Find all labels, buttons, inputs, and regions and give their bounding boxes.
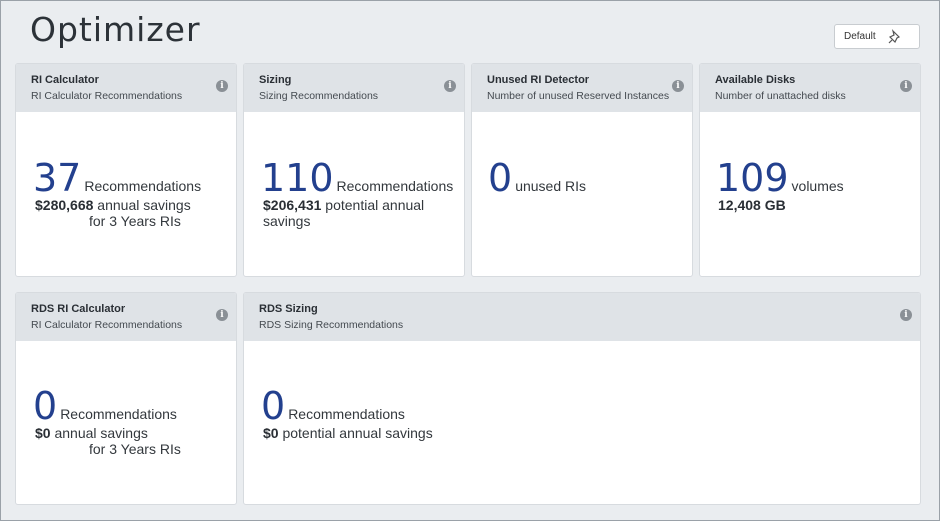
savings-term: for 3 Years RIs — [89, 441, 181, 457]
metric-unit: volumes — [791, 178, 844, 194]
optimizer-page: Optimizer Default RI Calculator RI Calcu… — [0, 0, 940, 521]
card-sizing[interactable]: Sizing Sizing Recommendations i 110 Reco… — [243, 63, 465, 277]
card-title: Sizing — [259, 74, 292, 86]
card-body: 0 Recommendations $0 annual savings for … — [16, 341, 236, 457]
metric-row: 37 Recommendations — [33, 159, 236, 197]
default-button-label: Default — [844, 31, 876, 42]
metric-value[interactable]: 0 — [33, 387, 57, 425]
card-subtitle: Number of unused Reserved Instances — [487, 90, 670, 102]
info-icon[interactable]: i — [900, 309, 912, 321]
metric-row: 109 volumes — [716, 159, 920, 197]
card-title: RI Calculator — [31, 74, 99, 86]
savings-amount: $0 — [35, 425, 51, 441]
card-header: Available Disks Number of unattached dis… — [700, 64, 920, 112]
card-body: 37 Recommendations $280,668 annual savin… — [16, 112, 236, 229]
metric-row: 0 Recommendations — [33, 387, 236, 425]
card-title: RDS Sizing — [259, 303, 318, 315]
card-rds-ri-calculator[interactable]: RDS RI Calculator RI Calculator Recommen… — [15, 292, 237, 505]
info-icon[interactable]: i — [216, 309, 228, 321]
card-title: RDS RI Calculator — [31, 303, 126, 315]
card-available-disks[interactable]: Available Disks Number of unattached dis… — [699, 63, 921, 277]
savings-term: for 3 Years RIs — [89, 213, 181, 229]
savings-text: potential annual savings — [278, 425, 433, 441]
card-subtitle: RI Calculator Recommendations — [31, 319, 183, 331]
savings-term: savings — [263, 213, 311, 229]
card-ri-calculator[interactable]: RI Calculator RI Calculator Recommendati… — [15, 63, 237, 277]
savings-line: $0 annual savings — [35, 425, 236, 441]
savings-text: annual savings — [50, 425, 148, 441]
card-subtitle: Sizing Recommendations — [259, 90, 379, 102]
metric-value[interactable]: 0 — [261, 387, 285, 425]
info-icon[interactable]: i — [900, 80, 912, 92]
savings-line: $206,431 potential annual — [263, 197, 464, 213]
card-subtitle: RI Calculator Recommendations — [31, 90, 183, 102]
metric-unit: Recommendations — [288, 406, 405, 422]
metric-value[interactable]: 37 — [33, 159, 81, 197]
card-body: 0 unused RIs — [472, 112, 692, 197]
card-header: RDS Sizing RDS Sizing Recommendations i — [244, 293, 920, 341]
savings-text: annual savings — [93, 197, 191, 213]
card-header: Sizing Sizing Recommendations i — [244, 64, 464, 112]
info-icon[interactable]: i — [444, 80, 456, 92]
card-rds-sizing[interactable]: RDS Sizing RDS Sizing Recommendations i … — [243, 292, 921, 505]
savings-amount: $280,668 — [35, 197, 94, 213]
savings-amount: $206,431 — [263, 197, 322, 213]
savings-amount: $0 — [263, 425, 279, 441]
metric-unit: Recommendations — [336, 178, 454, 194]
savings-text: potential annual — [321, 197, 425, 213]
card-title: Available Disks — [715, 74, 796, 86]
page-title: Optimizer — [30, 10, 201, 49]
metric-value[interactable]: 109 — [716, 159, 789, 197]
card-subtitle: Number of unattached disks — [715, 90, 846, 102]
pin-icon — [886, 28, 904, 46]
metric-value[interactable]: 0 — [488, 159, 512, 197]
card-header: RI Calculator RI Calculator Recommendati… — [16, 64, 236, 112]
card-subtitle: RDS Sizing Recommendations — [259, 319, 404, 331]
metric-row: 0 Recommendations — [261, 387, 920, 425]
card-title: Unused RI Detector — [487, 74, 590, 86]
metric-value[interactable]: 110 — [261, 159, 334, 197]
metric-unit: Recommendations — [60, 406, 177, 422]
card-header: RDS RI Calculator RI Calculator Recommen… — [16, 293, 236, 341]
card-body: 110 Recommendations $206,431 potential a… — [244, 112, 464, 229]
metric-row: 0 unused RIs — [488, 159, 692, 197]
disk-size-line: 12,408 GB — [718, 197, 920, 213]
metric-row: 110 Recommendations — [261, 159, 464, 197]
savings-line: $0 potential annual savings — [263, 425, 920, 441]
metric-unit: unused RIs — [515, 178, 587, 194]
card-body: 0 Recommendations $0 potential annual sa… — [244, 341, 920, 441]
card-unused-ri-detector[interactable]: Unused RI Detector Number of unused Rese… — [471, 63, 693, 277]
metric-unit: Recommendations — [84, 178, 202, 194]
info-icon[interactable]: i — [216, 80, 228, 92]
savings-line: $280,668 annual savings — [35, 197, 236, 213]
info-icon[interactable]: i — [672, 80, 684, 92]
default-dashboard-button[interactable]: Default — [834, 24, 920, 49]
card-body: 109 volumes 12,408 GB — [700, 112, 920, 213]
card-header: Unused RI Detector Number of unused Rese… — [472, 64, 692, 112]
disk-size: 12,408 GB — [718, 197, 786, 213]
